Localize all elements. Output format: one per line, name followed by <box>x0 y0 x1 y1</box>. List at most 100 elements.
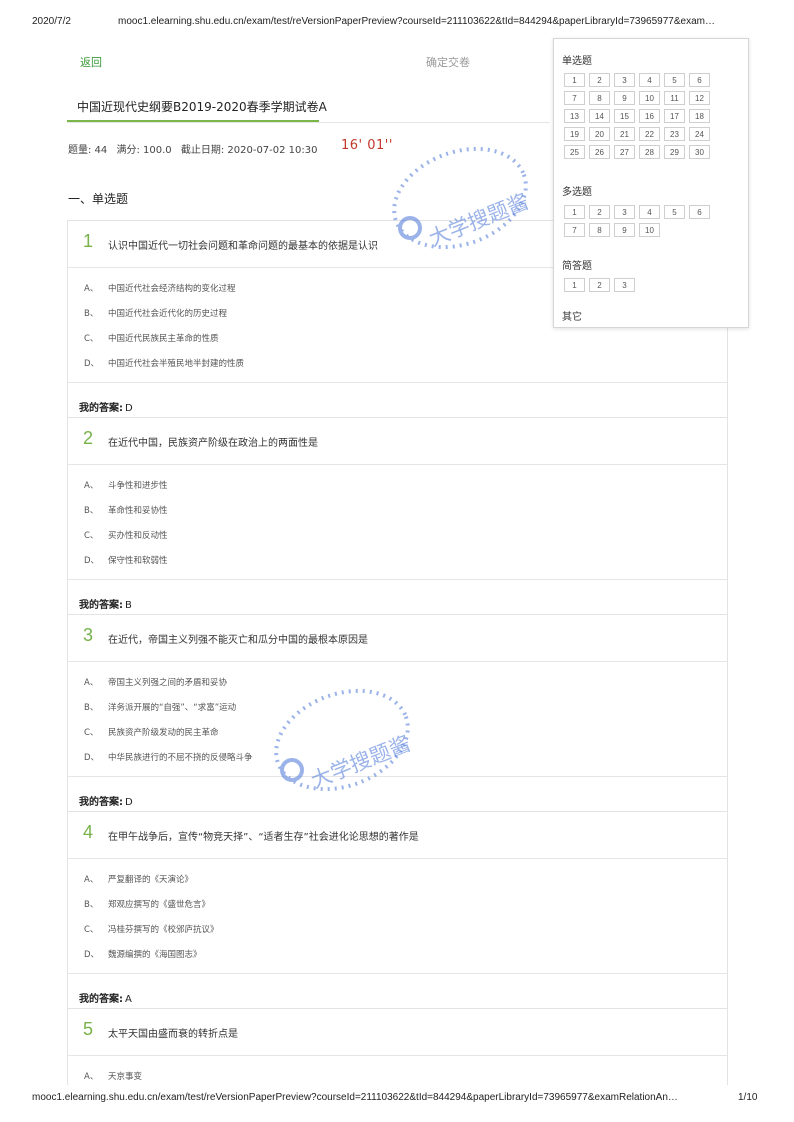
nav-question-cell[interactable]: 17 <box>664 109 685 123</box>
nav-question-cell[interactable]: 21 <box>614 127 635 141</box>
question-card: 5 太平天国由盛而衰的转折点是 A、 天京事变 <box>67 1008 728 1085</box>
option-text: 严复翻译的《天演论》 <box>108 875 194 885</box>
full-score: 满分: 100.0 <box>116 145 172 156</box>
option-list: A、 斗争性和进步性 B、 革命性和妥协性 C、 买办性和反动性 D、 保守性和软弱性 <box>68 465 727 580</box>
question-text: 在近代，帝国主义列强不能灭亡和瓜分中国的最根本原因是 <box>108 635 368 646</box>
nav-question-cell[interactable]: 5 <box>664 73 685 87</box>
option-text: 天京事变 <box>108 1072 143 1082</box>
back-link[interactable]: 返回 <box>80 54 102 70</box>
nav-question-cell[interactable]: 23 <box>664 127 685 141</box>
nav-question-cell[interactable]: 4 <box>639 73 660 87</box>
nav-grid-multi: 1 2 3 4 5 6 7 8 9 10 <box>564 205 710 237</box>
nav-label-single: 单选题 <box>562 56 592 67</box>
nav-question-cell[interactable]: 8 <box>589 91 610 105</box>
option-item[interactable]: A、 天京事变 <box>68 1068 727 1093</box>
nav-question-cell[interactable]: 29 <box>664 145 685 159</box>
nav-question-cell[interactable]: 14 <box>589 109 610 123</box>
nav-question-cell[interactable]: 2 <box>589 73 610 87</box>
countdown-timer: 16' 01'' <box>341 138 393 153</box>
option-text: 帝国主义列强之间的矛盾和妥协 <box>108 678 228 688</box>
option-text: 冯桂芬撰写的《校邠庐抗议》 <box>108 925 219 935</box>
option-item[interactable]: B、 郑观应撰写的《盛世危言》 <box>68 896 727 921</box>
option-item[interactable]: D、 中华民族进行的不屈不挠的反侵略斗争 <box>68 749 727 774</box>
title-divider <box>67 122 550 123</box>
nav-question-cell[interactable]: 10 <box>639 91 660 105</box>
option-item[interactable]: C、 中国近代民族民主革命的性质 <box>68 330 727 355</box>
nav-question-cell[interactable]: 20 <box>589 127 610 141</box>
question-number: 4 <box>83 822 94 842</box>
nav-question-cell[interactable]: 8 <box>589 223 610 237</box>
nav-question-cell[interactable]: 13 <box>564 109 585 123</box>
question-text: 在近代中国，民族资产阶级在政治上的两面性是 <box>108 438 318 449</box>
nav-question-cell[interactable]: 9 <box>614 223 635 237</box>
nav-question-cell[interactable]: 1 <box>564 278 585 292</box>
nav-grid-single: 1 2 3 4 5 6 7 8 9 10 11 12 13 14 15 16 17 18 19 20 21 22 23 24 2… <box>564 73 710 159</box>
option-item[interactable]: A、 斗争性和进步性 <box>68 477 727 502</box>
nav-question-cell[interactable]: 30 <box>689 145 710 159</box>
option-letter: A、 <box>84 284 99 294</box>
option-item[interactable]: C、 买办性和反动性 <box>68 527 727 552</box>
question-card: 4 在甲午战争后，宣传“物竞天择”、“适者生存”社会进化论思想的著作是 A、 严复… <box>67 811 728 1020</box>
nav-question-cell[interactable]: 10 <box>639 223 660 237</box>
paper-meta: 题量: 44 满分: 100.0 截止日期: 2020-07-02 10:30 <box>68 141 324 156</box>
nav-question-cell[interactable]: 6 <box>689 205 710 219</box>
nav-question-cell[interactable]: 28 <box>639 145 660 159</box>
option-letter: A、 <box>84 678 99 688</box>
nav-question-cell[interactable]: 16 <box>639 109 660 123</box>
option-item[interactable]: C、 民族资产阶级发动的民主革命 <box>68 724 727 749</box>
question-number: 2 <box>83 428 94 448</box>
option-text: 中国近代社会半殖民地半封建的性质 <box>108 359 245 369</box>
option-item[interactable]: D、 魏源编撰的《海国图志》 <box>68 946 727 971</box>
nav-label-multi: 多选题 <box>562 187 592 198</box>
option-item[interactable]: A、 严复翻译的《天演论》 <box>68 871 727 896</box>
nav-question-cell[interactable]: 7 <box>564 91 585 105</box>
option-text: 洋务派开展的“自强”、“求富”运动 <box>108 703 237 713</box>
nav-question-cell[interactable]: 26 <box>589 145 610 159</box>
nav-question-cell[interactable]: 3 <box>614 73 635 87</box>
nav-question-cell[interactable]: 24 <box>689 127 710 141</box>
nav-question-cell[interactable]: 2 <box>589 205 610 219</box>
nav-question-cell[interactable]: 3 <box>614 205 635 219</box>
my-answer-label: 我的答案: <box>79 403 123 414</box>
nav-label-short: 简答题 <box>562 261 592 272</box>
nav-question-cell[interactable]: 27 <box>614 145 635 159</box>
option-letter: B、 <box>84 506 99 516</box>
nav-question-cell[interactable]: 9 <box>614 91 635 105</box>
nav-question-cell[interactable]: 25 <box>564 145 585 159</box>
nav-question-cell[interactable]: 15 <box>614 109 635 123</box>
nav-question-cell[interactable]: 7 <box>564 223 585 237</box>
nav-question-cell[interactable]: 1 <box>564 73 585 87</box>
nav-question-cell[interactable]: 1 <box>564 205 585 219</box>
option-item[interactable]: C、 冯桂芬撰写的《校邠庐抗议》 <box>68 921 727 946</box>
nav-question-cell[interactable]: 2 <box>589 278 610 292</box>
nav-question-cell[interactable]: 4 <box>639 205 660 219</box>
option-letter: C、 <box>84 925 99 935</box>
option-item[interactable]: A、 帝国主义列强之间的矛盾和妥协 <box>68 674 727 699</box>
nav-question-cell[interactable]: 22 <box>639 127 660 141</box>
nav-question-cell[interactable]: 18 <box>689 109 710 123</box>
option-letter: C、 <box>84 334 99 344</box>
question-text: 认识中国近代一切社会问题和革命问题的最基本的依据是认识 <box>108 241 378 252</box>
option-letter: D、 <box>84 950 100 960</box>
nav-question-cell[interactable]: 11 <box>664 91 685 105</box>
option-letter: A、 <box>84 875 99 885</box>
nav-question-cell[interactable]: 12 <box>689 91 710 105</box>
option-letter: B、 <box>84 900 99 910</box>
option-item[interactable]: B、 革命性和妥协性 <box>68 502 727 527</box>
nav-question-cell[interactable]: 6 <box>689 73 710 87</box>
option-item[interactable]: D、 保守性和软弱性 <box>68 552 727 577</box>
section-heading: 一、单选题 <box>68 192 129 206</box>
nav-question-cell[interactable]: 3 <box>614 278 635 292</box>
nav-question-cell[interactable]: 19 <box>564 127 585 141</box>
option-letter: B、 <box>84 309 99 319</box>
option-letter: D、 <box>84 556 100 566</box>
question-header: 3 在近代，帝国主义列强不能灭亡和瓜分中国的最根本原因是 <box>68 615 727 662</box>
option-item[interactable]: B、 洋务派开展的“自强”、“求富”运动 <box>68 699 727 724</box>
submit-exam-button[interactable]: 确定交卷 <box>426 54 470 70</box>
my-answer: 我的答案: B <box>79 596 132 611</box>
nav-question-cell[interactable]: 5 <box>664 205 685 219</box>
option-text: 郑观应撰写的《盛世危言》 <box>108 900 211 910</box>
question-header: 4 在甲午战争后，宣传“物竞天择”、“适者生存”社会进化论思想的著作是 <box>68 812 727 859</box>
option-text: 革命性和妥协性 <box>108 506 168 516</box>
option-item[interactable]: D、 中国近代社会半殖民地半封建的性质 <box>68 355 727 380</box>
